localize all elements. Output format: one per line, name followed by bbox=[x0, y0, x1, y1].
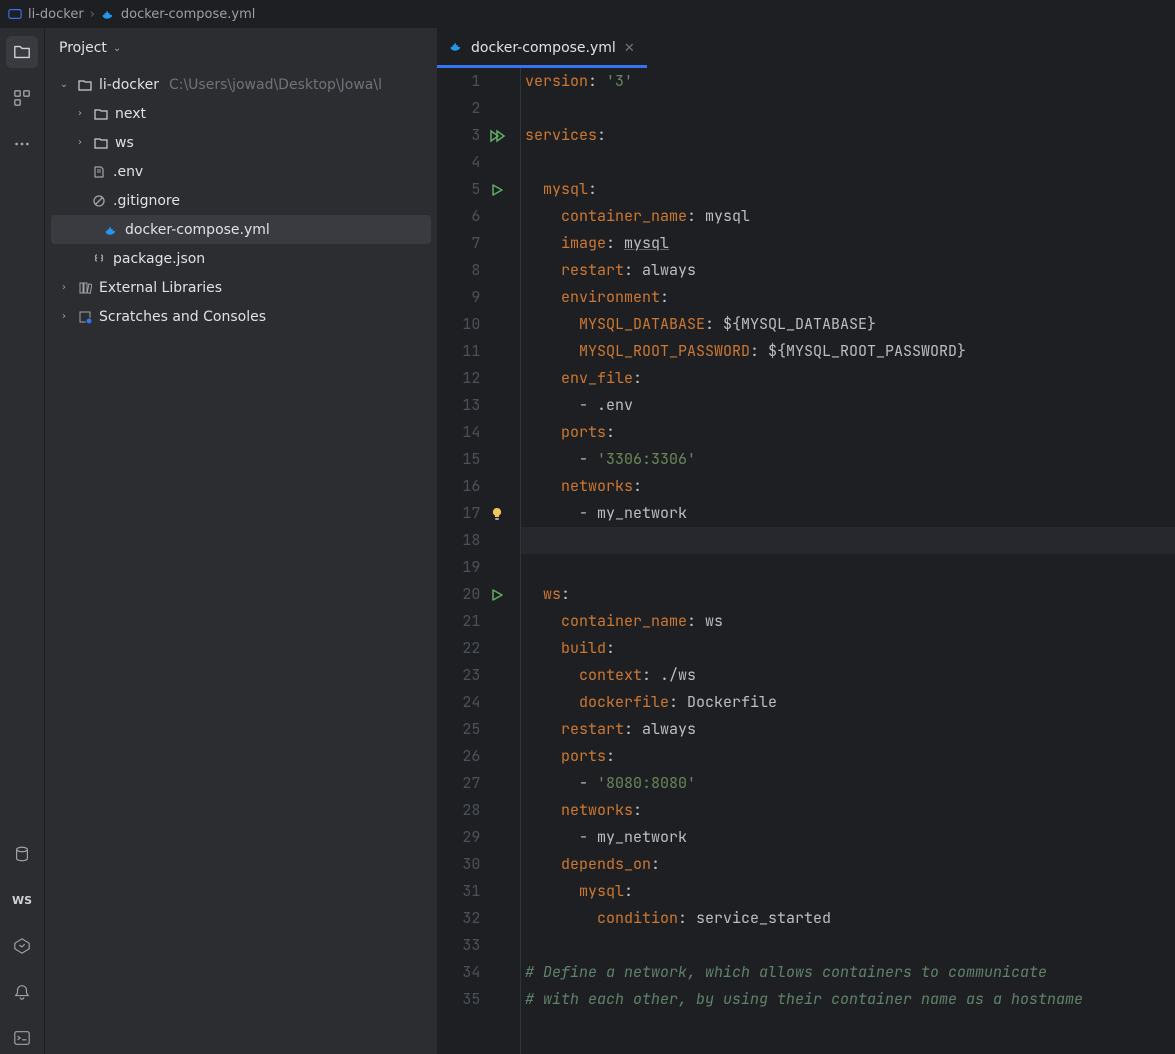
chevron-right-icon: › bbox=[57, 311, 71, 322]
tree-folder-ws[interactable]: › ws bbox=[45, 128, 437, 157]
tree-root-path: C:\Users\jowad\Desktop\Jowa\l bbox=[169, 77, 382, 93]
more-tool-button[interactable] bbox=[6, 128, 38, 160]
project-panel-title: Project bbox=[59, 40, 107, 56]
chevron-down-icon: ⌄ bbox=[113, 43, 121, 54]
breadcrumb: li-docker › docker-compose.yml bbox=[0, 0, 1175, 28]
editor-tab-title: docker-compose.yml bbox=[471, 40, 616, 56]
folder-icon bbox=[77, 78, 93, 92]
chevron-right-icon: › bbox=[57, 282, 71, 293]
project-tool-button[interactable] bbox=[6, 36, 38, 68]
structure-tool-button[interactable] bbox=[6, 82, 38, 114]
chevron-right-icon: › bbox=[73, 108, 87, 119]
tree-item-label: External Libraries bbox=[99, 280, 222, 296]
tree-item-label: .env bbox=[113, 164, 143, 180]
tree-folder-next[interactable]: › next bbox=[45, 99, 437, 128]
project-panel-header[interactable]: Project ⌄ bbox=[45, 28, 437, 68]
chevron-down-icon: ⌄ bbox=[57, 79, 71, 90]
breadcrumb-file[interactable]: docker-compose.yml bbox=[121, 7, 255, 22]
notifications-tool-button[interactable] bbox=[6, 976, 38, 1008]
tree-item-label: Scratches and Consoles bbox=[99, 309, 266, 325]
breadcrumb-sep: › bbox=[90, 7, 95, 22]
docker-icon bbox=[449, 39, 463, 57]
tree-item-label: docker-compose.yml bbox=[125, 222, 270, 238]
database-tool-button[interactable] bbox=[6, 838, 38, 870]
tree-external-libraries[interactable]: › External Libraries bbox=[45, 273, 437, 302]
tree-item-label: .gitignore bbox=[113, 193, 180, 209]
editor-body[interactable]: 1234567891011121314151617181920212223242… bbox=[437, 68, 1175, 1054]
services-tool-button[interactable] bbox=[6, 930, 38, 962]
tree-item-label: next bbox=[115, 106, 146, 122]
project-panel: Project ⌄ ⌄ li-docker C:\Users\jowad\Des… bbox=[45, 28, 437, 1054]
file-tree: ⌄ li-docker C:\Users\jowad\Desktop\Jowa\… bbox=[45, 68, 437, 333]
folder-icon bbox=[93, 107, 109, 121]
project-icon bbox=[8, 7, 22, 21]
tree-item-label: ws bbox=[115, 135, 134, 151]
ignore-file-icon bbox=[91, 194, 107, 208]
folder-icon bbox=[93, 136, 109, 150]
terminal-tool-button[interactable] bbox=[6, 1022, 38, 1054]
tree-item-label: package.json bbox=[113, 251, 205, 267]
line-numbers: 1234567891011121314151617181920212223242… bbox=[437, 68, 484, 1054]
close-icon[interactable]: ✕ bbox=[624, 41, 635, 56]
ws-tool-button[interactable]: WS bbox=[6, 884, 38, 916]
breadcrumb-project[interactable]: li-docker bbox=[28, 7, 84, 22]
editor-tab-bar: docker-compose.yml ✕ bbox=[437, 28, 1175, 68]
scratches-icon bbox=[77, 310, 93, 324]
tree-root[interactable]: ⌄ li-docker C:\Users\jowad\Desktop\Jowa\… bbox=[45, 70, 437, 99]
tree-file-gitignore[interactable]: .gitignore bbox=[45, 186, 437, 215]
json-file-icon bbox=[91, 252, 107, 266]
docker-icon bbox=[103, 223, 119, 237]
tree-root-label: li-docker bbox=[99, 77, 159, 93]
chevron-right-icon: › bbox=[73, 137, 87, 148]
library-icon bbox=[77, 281, 93, 295]
editor-tab[interactable]: docker-compose.yml ✕ bbox=[437, 28, 647, 68]
docker-icon bbox=[101, 7, 115, 21]
tree-file-docker-compose[interactable]: docker-compose.yml bbox=[51, 215, 431, 244]
tree-file-env[interactable]: .env bbox=[45, 157, 437, 186]
left-toolbar: WS bbox=[0, 28, 45, 1054]
editor-gutter: 1234567891011121314151617181920212223242… bbox=[437, 68, 521, 1054]
editor-panel: docker-compose.yml ✕ 1234567891011121314… bbox=[437, 28, 1175, 1054]
tree-scratches[interactable]: › Scratches and Consoles bbox=[45, 302, 437, 331]
gutter-icons bbox=[484, 68, 520, 1054]
tree-file-package-json[interactable]: package.json bbox=[45, 244, 437, 273]
text-file-icon bbox=[91, 165, 107, 179]
code-area[interactable]: version: '3' services: mysql: container_… bbox=[521, 68, 1175, 1054]
